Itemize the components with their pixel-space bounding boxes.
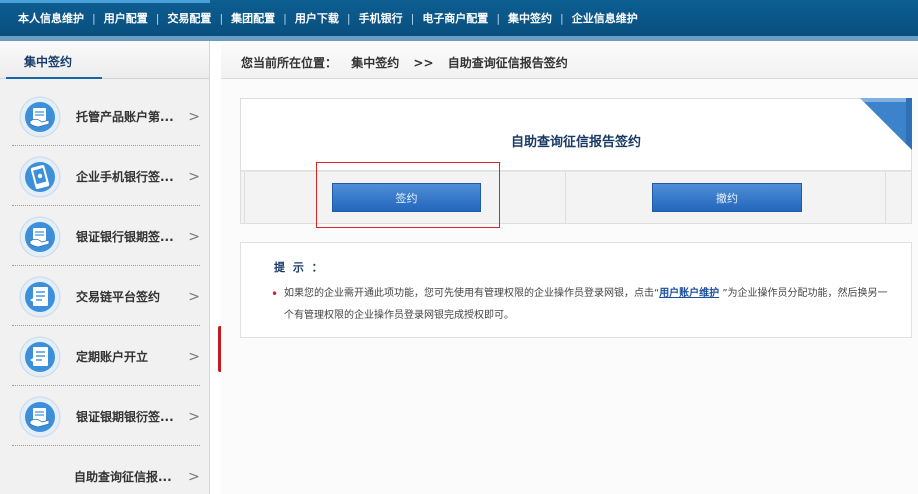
nav-accent-strip [0,0,210,3]
nav-item: 集中签约 | [508,10,572,26]
nav-item: 交易配置 | [167,10,231,26]
nav-item: 用户配置 | [104,10,168,26]
sidebar-title: 集中签约 [24,55,73,69]
cell-divider [565,172,566,224]
chevron-right-icon: > [188,168,200,185]
nav-item: 集团配置 | [231,10,295,26]
nav-link-5[interactable]: 手机银行 [359,10,403,26]
nav-item: 用户下载 | [295,10,359,26]
chevron-right-icon: > [188,108,200,125]
chevron-right-icon: > [188,228,200,245]
cell-divider [885,172,886,224]
nav-separator: | [496,11,501,25]
breadcrumb-arrow: >> [413,56,434,70]
nav-separator: | [410,11,415,25]
nav-item: 企业信息维护 [572,10,638,26]
document-list-icon [18,275,62,319]
top-nav-bar: 本人信息维护 | 用户配置 | 交易配置 | 集团配置 | 用户下载 | 手机银行 | 电子商户配置 | 集… [0,0,918,36]
hand-document-icon [18,215,62,259]
sidebar-item-label: 交易链平台签约 [76,290,161,304]
sidebar-header: 集中签约 [0,41,209,79]
chevron-right-icon: > [188,468,200,485]
sidebar-item-label: 托管产品账户第... [76,110,174,124]
nav-link-2[interactable]: 交易配置 [167,10,211,26]
nav-link-4[interactable]: 用户下载 [295,10,339,26]
nav-separator: | [283,11,287,25]
breadcrumb: 您当前所在位置： 集中签约 >> 自助查询征信报告签约 [241,54,578,71]
sidebar-item-5[interactable]: 银证银期银衍签... > [12,388,200,446]
sidebar-item-1[interactable]: 企业手机银行签... > [12,148,200,206]
sign-panel-header: 自助查询征信报告签约 [241,99,911,171]
sidebar-item-0[interactable]: 托管产品账户第... > [12,88,200,146]
hand-document-icon [18,395,62,439]
sidebar-item-label: 银证银期银衍签... [76,410,174,424]
chevron-right-icon: > [188,408,200,425]
mobile-phone-icon [18,155,62,199]
nav-link-1[interactable]: 用户配置 [104,10,148,26]
nav-item: 本人信息维护 | [18,10,104,26]
nav-separator: | [346,11,351,25]
breadcrumb-section: 集中签约 [351,56,400,70]
sidebar-item-6[interactable]: 自助查询征信报... > [12,448,200,494]
sidebar-item-label: 企业手机银行签... [76,170,174,184]
sidebar: 集中签约 托管产品账户第... > 企业手机银行签... > 银证银行银期签... > 交易… [0,41,210,494]
breadcrumb-prefix: 您当前所在位置： [241,56,338,70]
sidebar-item-2[interactable]: 银证银行银期签... > [12,208,200,266]
cancel-sign-button[interactable]: 撤约 [652,183,802,212]
tip-text: 如果您的企业需开通此项功能，您可先使用有管理权限的企业操作员登录网银，点击“用户… [284,283,894,327]
tip-panel: 提 示 ： • 如果您的企业需开通此项功能，您可先使用有管理权限的企业操作员登录… [240,242,912,338]
nav-separator: | [219,11,224,25]
sidebar-item-4[interactable]: 定期账户开立 > [12,328,200,386]
nav-separator: | [560,11,564,25]
sidebar-item-3[interactable]: 交易链平台签约 > [12,268,200,326]
nav-link-3[interactable]: 集团配置 [231,10,275,26]
chevron-right-icon: > [188,288,200,305]
sidebar-item-label: 定期账户开立 [76,350,149,364]
nav-item: 电子商户配置 | [422,10,508,26]
nav-separator: | [155,11,160,25]
nav-item: 手机银行 | [359,10,423,26]
breadcrumb-bar: 您当前所在位置： 集中签约 >> 自助查询征信报告签约 [221,41,918,79]
cell-divider [244,172,245,224]
nav-link-6[interactable]: 电子商户配置 [422,10,488,26]
sign-button-highlight [316,162,500,228]
chevron-right-icon: > [188,348,200,365]
sidebar-item-label: 银证银行银期签... [76,230,174,244]
sidebar-title-underline [6,77,102,79]
nav-link-7[interactable]: 集中签约 [508,10,552,26]
top-nav-list: 本人信息维护 | 用户配置 | 交易配置 | 集团配置 | 用户下载 | 手机银行 | 电子商户配置 | 集… [0,0,918,36]
nav-separator: | [92,11,96,25]
tip-bullet: • [271,287,279,301]
sign-panel-title: 自助查询征信报告签约 [510,135,641,150]
document-list-icon [18,335,62,379]
tip-text-before: 如果您的企业需开通此项功能，您可先使用有管理权限的企业操作员登录网银，点击“ [284,288,660,299]
corner-fold-icon [860,98,912,150]
sidebar-item-label: 自助查询征信报... [74,470,172,484]
user-account-maintenance-link[interactable]: 用户账户维护 [659,288,719,299]
tip-title: 提 示 ： [274,261,325,274]
nav-link-8[interactable]: 企业信息维护 [572,10,638,26]
breadcrumb-current: 自助查询征信报告签约 [447,56,568,70]
hand-document-icon [18,95,62,139]
nav-link-0[interactable]: 本人信息维护 [18,10,84,26]
main-content: 您当前所在位置： 集中签约 >> 自助查询征信报告签约 自助查询征信报告签约 签… [221,41,918,494]
